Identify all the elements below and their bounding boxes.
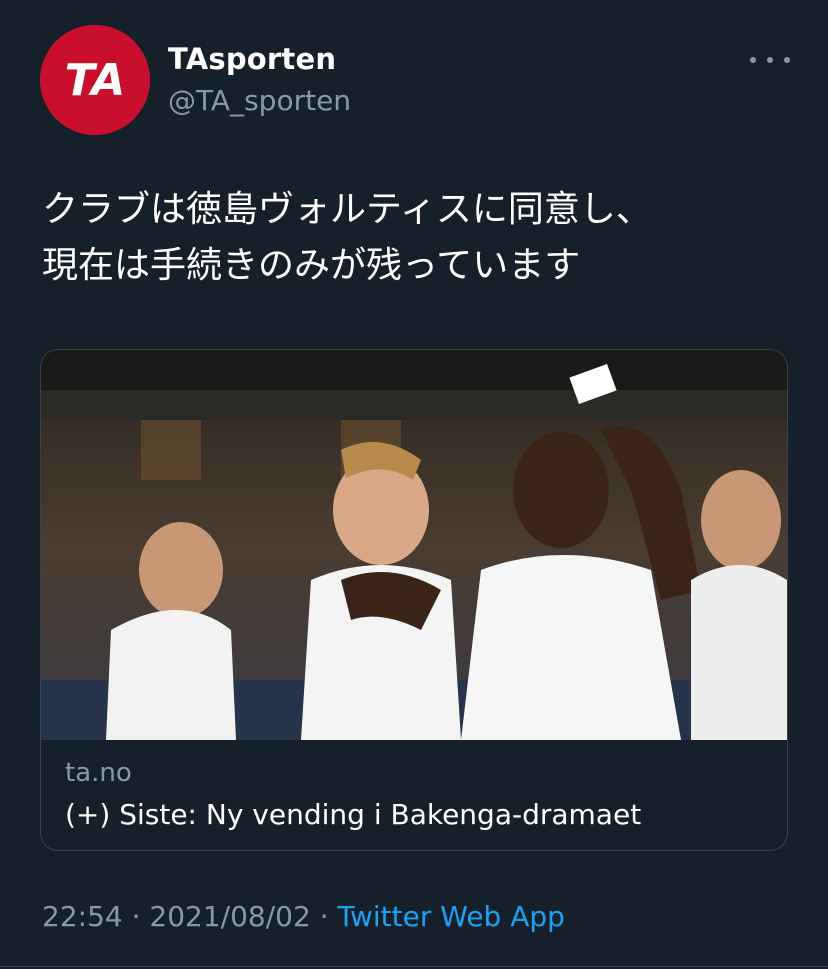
more-dot-icon: [784, 57, 790, 63]
meta-separator: ·: [131, 900, 141, 933]
link-card[interactable]: ta.no (+) Siste: Ny vending i Bakenga-dr…: [40, 349, 788, 851]
avatar[interactable]: TA: [40, 25, 150, 135]
divider: [0, 966, 828, 967]
card-title: (+) Siste: Ny vending i Bakenga-dramaet: [65, 798, 642, 831]
more-dot-icon: [750, 57, 756, 63]
avatar-text: TA: [65, 55, 126, 106]
ta-logo-icon: TA: [40, 25, 150, 135]
tweet-text: クラブは徳島ヴォルティスに同意し、 現在は手続きのみが残っています: [42, 189, 652, 286]
display-name[interactable]: TAsporten: [168, 42, 336, 76]
meta-separator: ·: [319, 900, 329, 933]
card-image[interactable]: [41, 350, 787, 740]
more-dot-icon: [767, 57, 773, 63]
card-domain: ta.no: [65, 758, 132, 788]
more-options-button[interactable]: [750, 48, 790, 72]
football-players-photo-icon: [41, 350, 787, 740]
tweet-time[interactable]: 22:54: [42, 900, 123, 933]
tweet-source-link[interactable]: Twitter Web App: [338, 900, 565, 933]
user-handle[interactable]: @TA_sporten: [168, 84, 351, 117]
tweet-meta: 22:54 · 2021/08/02 · Twitter Web App: [42, 900, 565, 933]
tweet-date[interactable]: 2021/08/02: [149, 900, 310, 933]
